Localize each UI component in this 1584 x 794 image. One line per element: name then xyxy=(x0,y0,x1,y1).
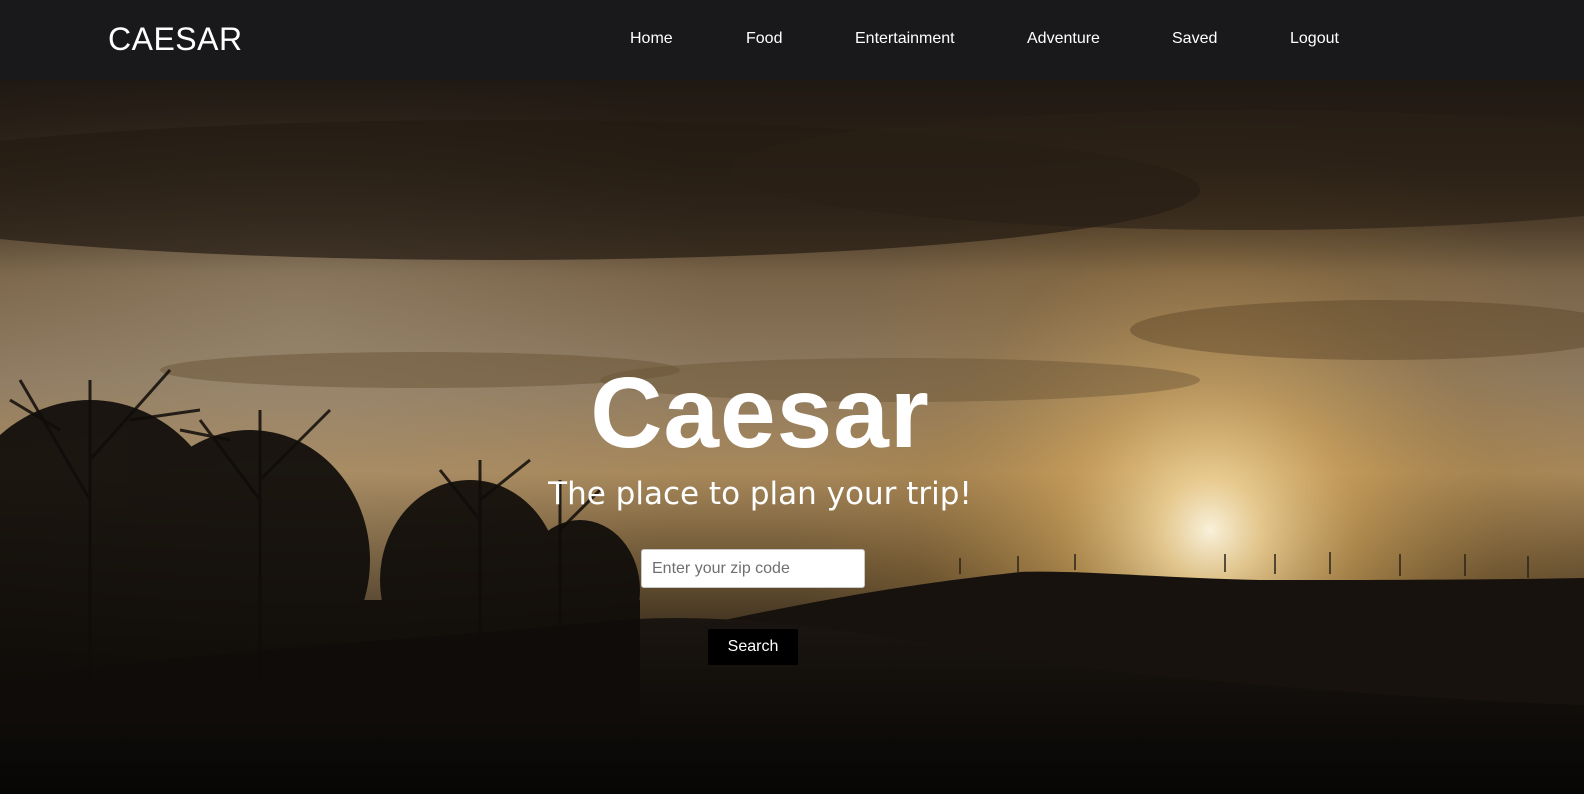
zip-code-input[interactable] xyxy=(641,549,865,588)
hero-title: Caesar xyxy=(590,357,930,469)
nav-link-entertainment[interactable]: Entertainment xyxy=(855,29,955,49)
nav-link-food[interactable]: Food xyxy=(746,29,782,49)
nav-link-adventure[interactable]: Adventure xyxy=(1027,29,1100,49)
search-button[interactable]: Search xyxy=(708,629,798,665)
brand-logo[interactable]: CAESAR xyxy=(108,20,243,58)
hero-section: Caesar The place to plan your trip! Sear… xyxy=(0,80,1584,794)
nav-link-saved[interactable]: Saved xyxy=(1172,29,1217,49)
nav-link-home[interactable]: Home xyxy=(630,29,673,49)
navbar: CAESAR Home Food Entertainment Adventure… xyxy=(0,0,1584,80)
hero-subtitle: The place to plan your trip! xyxy=(548,476,972,512)
nav-link-logout[interactable]: Logout xyxy=(1290,29,1339,49)
page: CAESAR Home Food Entertainment Adventure… xyxy=(0,0,1584,794)
